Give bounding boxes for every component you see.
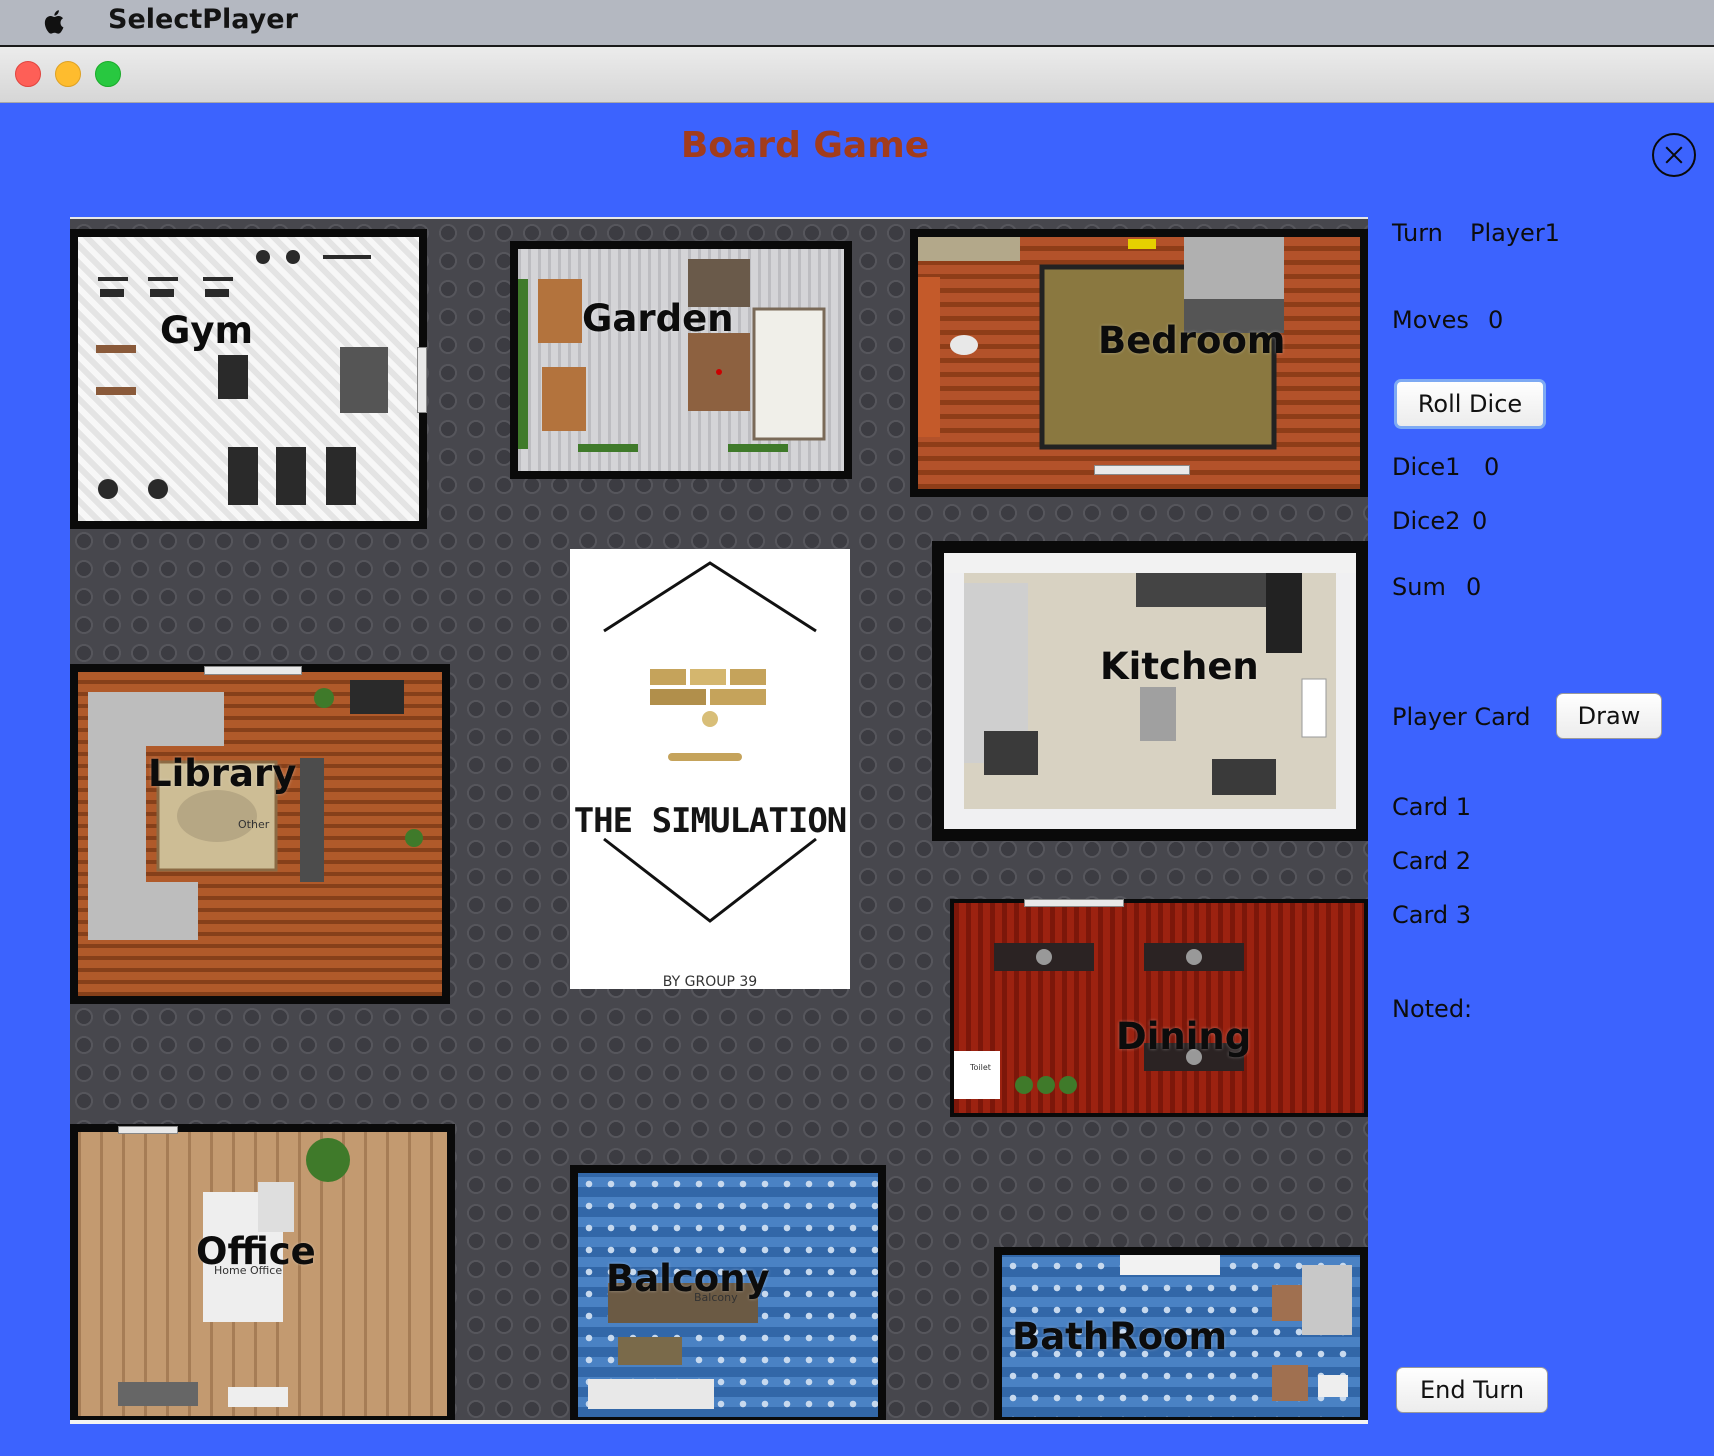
dining-door	[1024, 899, 1124, 907]
garden-furniture-icon	[518, 259, 826, 452]
dice2-value: 0	[1472, 507, 1488, 535]
sum-label: Sum	[1392, 573, 1446, 601]
room-gym[interactable]: Gym	[70, 229, 427, 529]
draw-button[interactable]: Draw	[1556, 693, 1662, 739]
dice1-value: 0	[1484, 453, 1500, 481]
app-name[interactable]: SelectPlayer	[108, 4, 298, 35]
room-label-bathroom: BathRoom	[1012, 1315, 1228, 1358]
player-card-label: Player Card	[1392, 703, 1531, 731]
window-minimize-button[interactable]	[55, 61, 81, 87]
room-balcony[interactable]: Balcony Balcony	[570, 1165, 886, 1422]
logo-subtitle: BY GROUP 39	[662, 974, 758, 990]
dice2-label: Dice2	[1392, 507, 1461, 535]
turn-value: Player1	[1470, 219, 1560, 247]
close-game-icon[interactable]	[1652, 133, 1696, 177]
roll-dice-button[interactable]: Roll Dice	[1394, 379, 1546, 429]
kitchen-appliances-icon	[944, 553, 1356, 809]
end-turn-button[interactable]: End Turn	[1396, 1367, 1548, 1413]
balcony-sub-note: Balcony	[694, 1291, 738, 1304]
office-door	[118, 1126, 178, 1134]
window-zoom-button[interactable]	[95, 61, 121, 87]
card-2[interactable]: Card 2	[1392, 847, 1471, 875]
office-desk-note: Home Office	[214, 1264, 283, 1277]
moves-value: 0	[1488, 306, 1504, 334]
library-rug-note: Other	[238, 818, 270, 831]
gym-door	[417, 347, 427, 413]
game-board: Gym Garden Bedroom Kitchen Library Other…	[70, 217, 1368, 1422]
turn-label: Turn	[1392, 219, 1443, 247]
dining-tag-note: Toilet	[970, 1063, 991, 1072]
board-edge	[70, 1420, 1368, 1424]
noted-label: Noted:	[1392, 995, 1473, 1023]
library-door	[204, 666, 302, 675]
room-garden[interactable]: Garden	[510, 241, 852, 479]
moves-label: Moves	[1392, 306, 1469, 334]
bedroom-furniture-icon	[918, 237, 1284, 450]
room-label-garden: Garden	[582, 297, 734, 340]
room-label-kitchen: Kitchen	[1100, 645, 1259, 688]
menu-bar: SelectPlayer	[0, 0, 1714, 45]
window-titlebar	[0, 45, 1714, 103]
sum-value: 0	[1466, 573, 1482, 601]
card-1[interactable]: Card 1	[1392, 793, 1471, 821]
room-kitchen[interactable]: Kitchen	[932, 541, 1368, 841]
room-dining[interactable]: Dining Toilet	[950, 899, 1368, 1117]
room-office[interactable]: Office Home Office	[70, 1124, 455, 1422]
logo-card: THE SIMULATION BY GROUP 39	[570, 549, 850, 990]
game-content: Board Game Gym Garden Bedroom Kitchen Li…	[0, 103, 1714, 1456]
simulation-logo-icon	[603, 561, 817, 923]
dice1-label: Dice1	[1392, 453, 1461, 481]
card-3[interactable]: Card 3	[1392, 901, 1471, 929]
library-furniture-icon	[88, 680, 423, 940]
room-label-bedroom: Bedroom	[1098, 319, 1286, 362]
room-label-dining: Dining	[1116, 1015, 1252, 1058]
bedroom-door	[1094, 465, 1190, 475]
logo-title: THE SIMULATION	[573, 801, 848, 841]
room-bedroom[interactable]: Bedroom	[910, 229, 1368, 497]
room-label-balcony: Balcony	[606, 1257, 770, 1300]
room-label-gym: Gym	[160, 309, 254, 352]
game-title: Board Game	[680, 125, 930, 166]
apple-logo-icon[interactable]	[40, 7, 70, 37]
room-label-library: Library	[148, 752, 297, 795]
window-close-button[interactable]	[15, 61, 41, 87]
gym-equipment-icon	[96, 250, 388, 505]
room-bathroom[interactable]: BathRoom	[994, 1247, 1368, 1422]
dining-tables-icon	[954, 943, 1244, 1099]
room-library[interactable]: Library Other	[70, 664, 450, 1004]
